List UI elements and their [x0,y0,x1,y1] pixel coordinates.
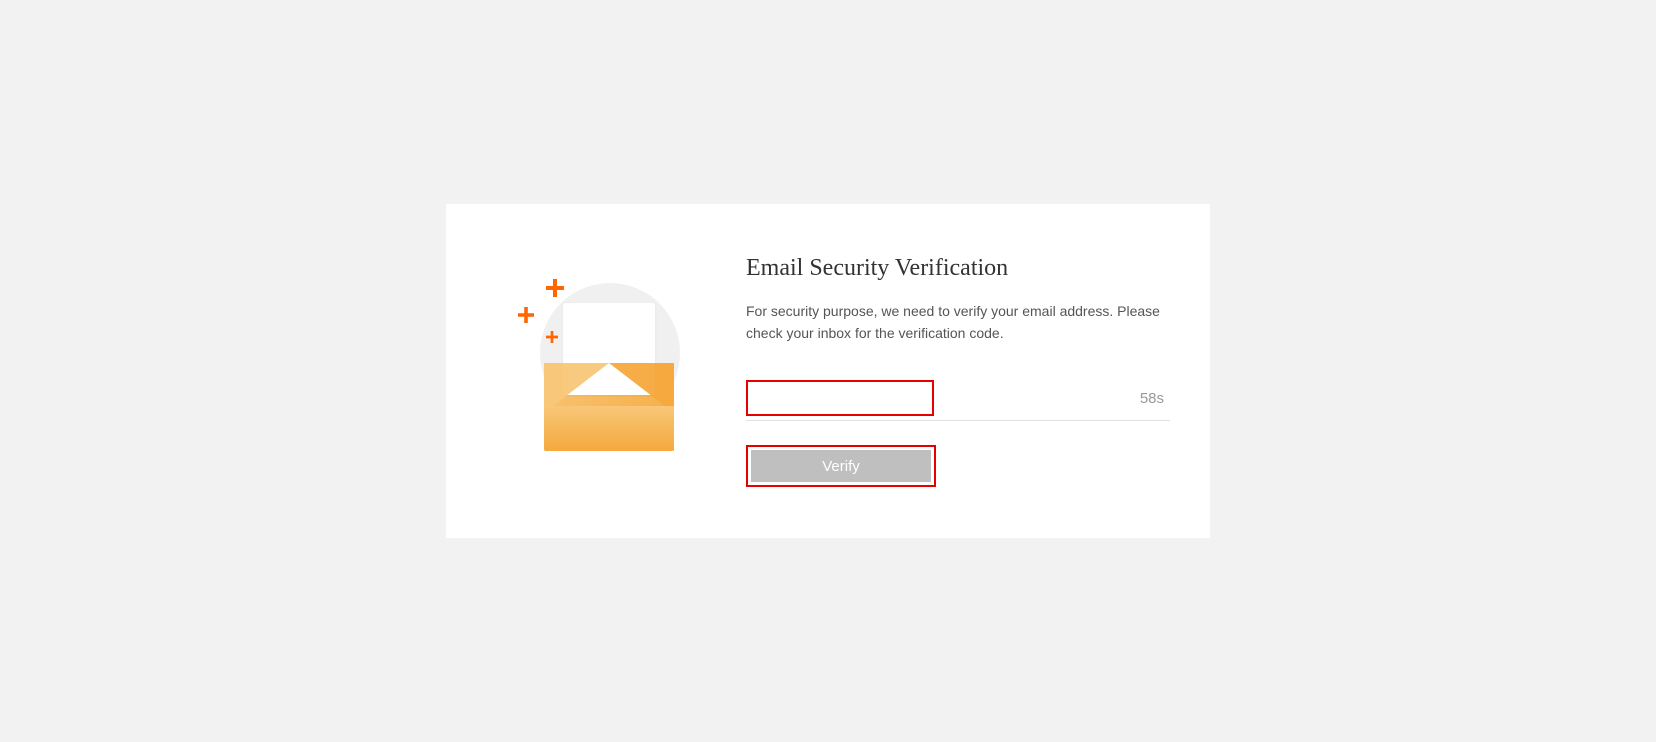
sparkle-icon [518,307,534,323]
sparkle-icon [546,279,564,297]
verify-button[interactable]: Verify [751,450,931,482]
envelope-icon [544,363,674,451]
verification-description: For security purpose, we need to verify … [746,300,1170,345]
code-input-row: 58s [746,380,1170,421]
sparkle-icon [546,331,558,343]
verification-title: Email Security Verification [746,255,1170,282]
verification-code-input[interactable] [750,384,930,412]
verification-content: Email Security Verification For security… [746,255,1170,488]
verify-highlight-box: Verify [746,445,936,487]
input-highlight-box [746,380,934,416]
verification-card: Email Security Verification For security… [446,204,1210,538]
envelope-illustration [506,271,706,471]
resend-timer: 58s [1140,390,1170,407]
